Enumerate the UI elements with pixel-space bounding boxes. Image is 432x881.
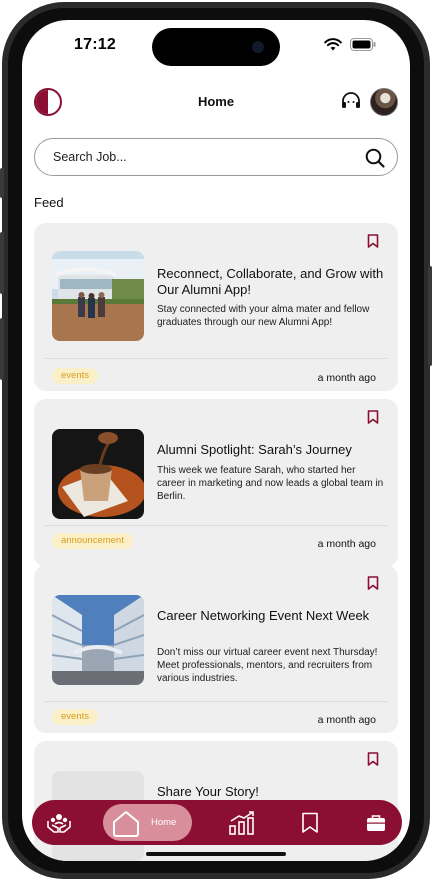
nav-jobs[interactable]: [356, 800, 396, 845]
post-tag: events: [52, 709, 98, 725]
post-title: Reconnect, Collaborate, and Grow with Ou…: [157, 266, 384, 297]
post-tag: events: [52, 368, 98, 384]
search-icon[interactable]: [365, 148, 385, 168]
device-power-button: [428, 266, 432, 366]
status-icons: [324, 38, 376, 51]
bottom-nav: Home: [32, 800, 402, 845]
battery-icon: [350, 38, 376, 51]
post-time: a month ago: [317, 372, 376, 384]
dynamic-island: [152, 28, 280, 66]
nav-saved[interactable]: [290, 800, 330, 845]
post-image-buildings: [52, 595, 144, 685]
post-title: Share Your Story!: [157, 784, 259, 799]
stats-icon: [229, 810, 254, 835]
device-mute-switch: [0, 168, 4, 198]
card-divider: [44, 525, 388, 526]
app-screen: 17:12 Home Search Job... Feed Reconnect,…: [22, 20, 410, 861]
wifi-icon: [324, 38, 342, 51]
briefcase-icon: [367, 814, 385, 831]
bookmark-icon[interactable]: [367, 410, 379, 424]
community-icon: [47, 813, 71, 833]
post-time: a month ago: [317, 714, 376, 726]
post-title: Career Networking Event Next Week: [157, 608, 370, 623]
nav-home[interactable]: Home: [103, 804, 192, 841]
avatar[interactable]: [370, 88, 398, 116]
feed-card[interactable]: Alumni Spotlight: Sarah’s Journey This w…: [34, 399, 398, 567]
support-icon[interactable]: [340, 92, 362, 112]
device-volume-up: [0, 232, 4, 294]
status-time: 17:12: [74, 36, 116, 53]
nav-community[interactable]: [38, 800, 80, 845]
home-icon: [113, 810, 139, 837]
bookmark-icon[interactable]: [367, 576, 379, 590]
post-title: Alumni Spotlight: Sarah’s Journey: [157, 442, 352, 457]
card-divider: [44, 358, 388, 359]
camera-icon: [252, 41, 264, 53]
bookmark-icon[interactable]: [367, 234, 379, 248]
post-time: a month ago: [317, 538, 376, 550]
feed-heading: Feed: [34, 195, 64, 210]
post-body: Don’t miss our virtual career event next…: [157, 647, 378, 684]
card-divider: [44, 701, 388, 702]
nav-stats[interactable]: [222, 800, 262, 845]
feed-card[interactable]: Reconnect, Collaborate, and Grow with Ou…: [34, 223, 398, 391]
device-volume-down: [0, 318, 4, 380]
post-image-campus: [52, 251, 144, 341]
bookmark-icon[interactable]: [367, 752, 379, 766]
home-indicator: [146, 852, 286, 856]
search-input[interactable]: Search Job...: [34, 138, 398, 176]
bookmark-icon: [302, 812, 318, 833]
post-body: Stay connected with your alma mater and …: [157, 304, 370, 328]
nav-home-label: Home: [151, 817, 177, 828]
feed-card[interactable]: Career Networking Event Next Week Don’t …: [34, 565, 398, 733]
post-tag: announcement: [52, 533, 133, 549]
post-body: This week we feature Sarah, who started …: [157, 465, 384, 502]
search-placeholder: Search Job...: [53, 150, 127, 164]
post-image-coffee: [52, 429, 144, 519]
